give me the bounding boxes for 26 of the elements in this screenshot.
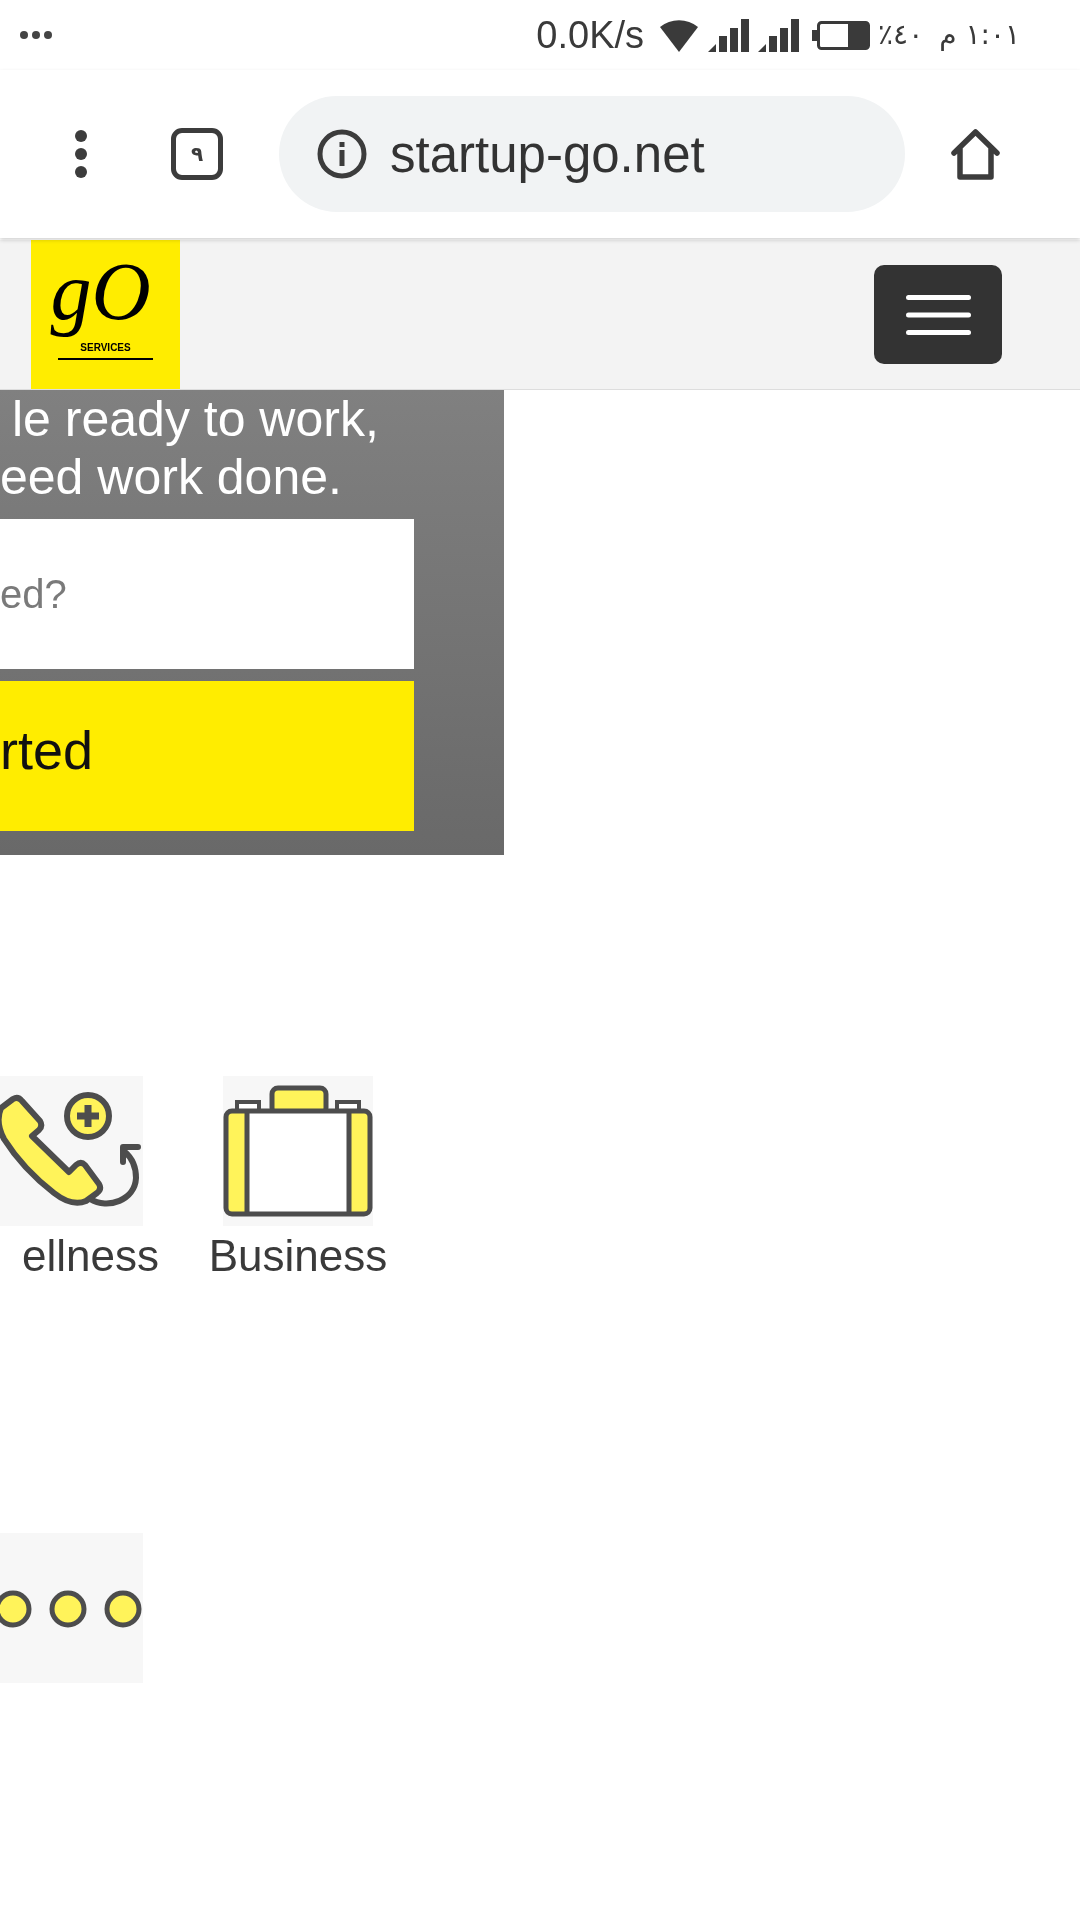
search-field[interactable]: ed?: [0, 519, 414, 669]
dots-icon: [20, 31, 52, 39]
more-icon[interactable]: [75, 130, 87, 178]
address-bar[interactable]: startup-go.net: [279, 96, 905, 212]
clock: ١:٠١ م: [939, 21, 1020, 49]
category-label[interactable]: ellness: [22, 1229, 159, 1282]
menu-icon: [905, 294, 971, 335]
hero-heading: le ready to work, eed work done.: [0, 390, 380, 506]
menu-button[interactable]: [874, 265, 1002, 364]
home-icon[interactable]: [950, 127, 1001, 181]
briefcase-icon[interactable]: [223, 1076, 373, 1226]
network-speed: 0.0K/s: [536, 16, 645, 54]
logo-wordmark: gO: [49, 245, 152, 339]
category-label[interactable]: Business: [208, 1229, 388, 1282]
info-icon[interactable]: [317, 129, 367, 179]
logo-tagline: SERVICES: [80, 342, 131, 354]
logo[interactable]: gO SERVICES: [31, 240, 180, 389]
signal-icon: [758, 18, 800, 52]
cta-button[interactable]: rted: [0, 681, 414, 831]
signal-icon: [708, 18, 750, 52]
battery-icon: [812, 20, 871, 50]
phone-icon[interactable]: [0, 1076, 143, 1226]
dots-icon[interactable]: [0, 1533, 143, 1683]
tab-switcher-button[interactable]: ٩: [171, 128, 223, 180]
wifi-icon: [660, 18, 699, 52]
battery-percent: ٪٤٠: [878, 21, 924, 49]
